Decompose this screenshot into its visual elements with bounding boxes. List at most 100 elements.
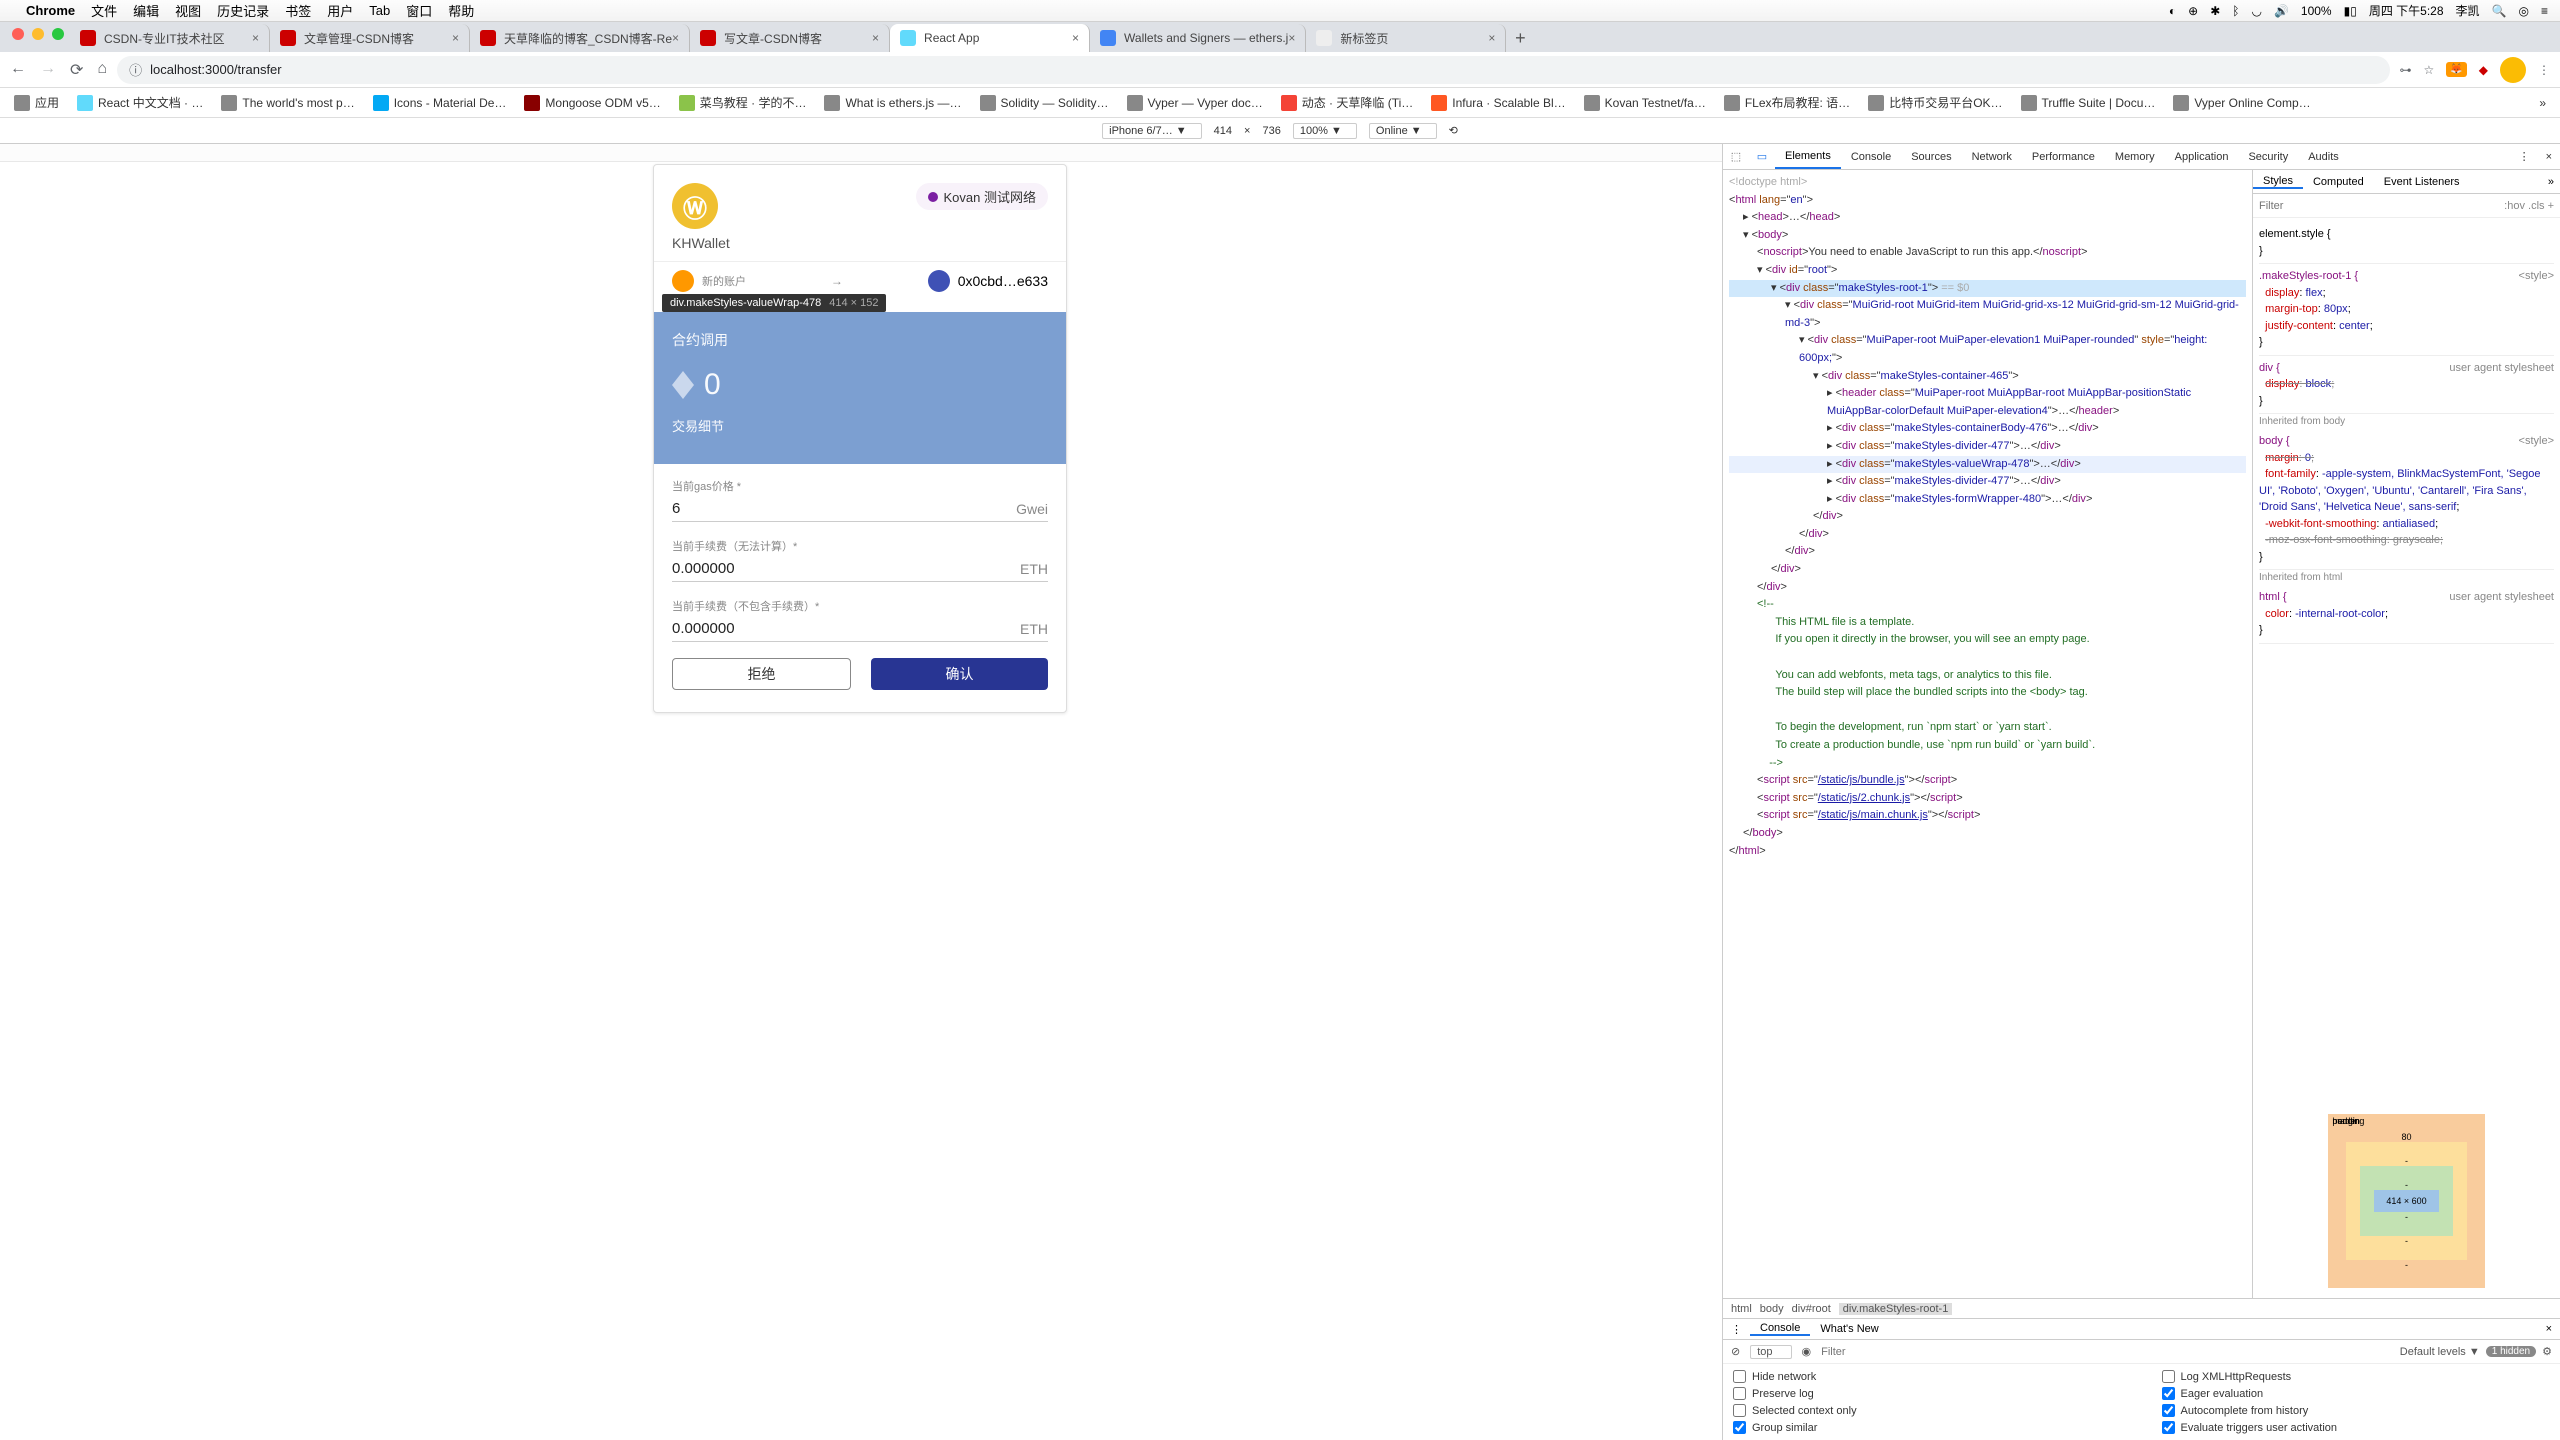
bookmark-item[interactable]: Mongoose ODM v5… [524,95,660,111]
bookmark-item[interactable]: Vyper Online Comp… [2173,95,2310,111]
tab-elements[interactable]: Elements [1775,144,1841,169]
wifi-icon[interactable]: ◡ [2251,4,2261,18]
more-icon[interactable]: ⋮ [2511,150,2538,163]
extension-icon[interactable]: 🦊 [2446,62,2466,77]
device-width[interactable]: 414 [1214,125,1232,137]
field-input[interactable]: 0.000000 [672,560,1020,577]
clear-console-icon[interactable]: ⊘ [1731,1345,1740,1358]
siri-icon[interactable]: ◎ [2519,4,2529,18]
user-name[interactable]: 李凯 [2456,2,2480,19]
star-icon[interactable]: ☆ [2424,63,2435,77]
close-icon[interactable]: × [672,31,679,45]
box-model[interactable]: margin80 border- padding- 414 × 600- - - [2253,1104,2560,1298]
browser-tab-active[interactable]: React App× [890,24,1090,52]
bluetooth-icon[interactable]: ᛒ [2232,4,2239,18]
close-icon[interactable]: × [2538,1323,2560,1335]
close-icon[interactable]: × [2538,151,2560,163]
bookmark-item[interactable]: Icons - Material De… [373,95,507,111]
bookmark-item[interactable]: 菜鸟教程 · 学的不… [679,94,807,111]
confirm-button[interactable]: 确认 [871,658,1048,690]
opt-hide-network[interactable]: Hide network [1733,1370,2122,1383]
opt-group-similar[interactable]: Group similar [1733,1421,2122,1434]
status-icon[interactable]: ◐ [2169,4,2176,18]
menu-file[interactable]: 文件 [91,1,117,20]
elements-tree[interactable]: <!doctype html> <html lang="en"> ▸ <head… [1723,170,2252,1298]
styles-filter-extras[interactable]: :hov .cls + [2504,200,2554,212]
close-icon[interactable]: × [872,31,879,45]
hidden-badge[interactable]: 1 hidden [2486,1346,2536,1357]
close-icon[interactable]: × [252,31,259,45]
minimize-window-icon[interactable] [32,28,44,40]
search-icon[interactable]: 🔍 [2492,4,2507,18]
key-icon[interactable]: ⊶ [2400,63,2412,77]
context-select[interactable]: top [1750,1345,1791,1359]
network-badge[interactable]: Kovan 测试网络 [916,183,1048,210]
datetime[interactable]: 周四 下午5:28 [2369,2,2444,19]
tab-network[interactable]: Network [1962,144,2022,169]
browser-tab[interactable]: CSDN-专业IT技术社区× [70,24,270,52]
profile-avatar[interactable] [2500,57,2526,83]
bookmark-item[interactable]: Solidity — Solidity… [980,95,1109,111]
menu-icon[interactable]: ≡ [2541,4,2548,18]
tab-sources[interactable]: Sources [1901,144,1961,169]
browser-tab[interactable]: 天草降临的博客_CSDN博客-Re× [470,24,690,52]
device-select[interactable]: iPhone 6/7… ▼ [1102,123,1202,139]
tab-console[interactable]: Console [1750,1322,1810,1336]
bookmark-item[interactable]: 动态 · 天草降临 (Ti… [1281,94,1414,111]
reject-button[interactable]: 拒绝 [672,658,851,690]
new-tab-button[interactable]: + [1506,24,1534,52]
opt-selected-context[interactable]: Selected context only [1733,1404,2122,1417]
styles-tab-computed[interactable]: Computed [2303,176,2374,188]
opt-autocomplete[interactable]: Autocomplete from history [2162,1404,2551,1417]
tab-security[interactable]: Security [2238,144,2298,169]
bookmark-item[interactable]: 应用 [14,94,59,111]
console-filter-input[interactable] [1821,1346,1941,1358]
bookmark-item[interactable]: Vyper — Vyper doc… [1127,95,1263,111]
device-toggle-icon[interactable]: ▭ [1749,150,1775,163]
close-icon[interactable]: × [1072,31,1079,45]
opt-eager-eval[interactable]: Eager evaluation [2162,1387,2551,1400]
address-input[interactable]: ⓘ localhost:3000/transfer [117,56,2389,84]
tab-whatsnew[interactable]: What's New [1810,1323,1888,1335]
opt-log-xhr[interactable]: Log XMLHttpRequests [2162,1370,2551,1383]
close-icon[interactable]: × [1488,31,1495,45]
home-icon[interactable]: ⌂ [97,60,107,80]
bookmark-item[interactable]: 比特币交易平台OK… [1868,94,2002,111]
bookmark-item[interactable]: The world's most p… [221,95,354,111]
browser-tab[interactable]: 文章管理-CSDN博客× [270,24,470,52]
bookmark-item[interactable]: React 中文文档 · … [77,94,203,111]
tab-console[interactable]: Console [1841,144,1901,169]
more-icon[interactable]: » [2542,176,2560,188]
menu-user[interactable]: 用户 [327,1,353,20]
menu-help[interactable]: 帮助 [448,1,474,20]
back-icon[interactable]: ← [10,60,26,80]
eye-icon[interactable]: ◉ [1802,1345,1812,1358]
more-icon[interactable]: ⋮ [1723,1323,1750,1336]
status-icon[interactable]: ✱ [2210,4,2220,18]
tab-performance[interactable]: Performance [2022,144,2105,169]
menu-tab[interactable]: Tab [369,3,390,18]
volume-icon[interactable]: 🔊 [2274,4,2289,18]
menu-edit[interactable]: 编辑 [133,1,159,20]
menu-bookmarks[interactable]: 书签 [285,1,311,20]
maximize-window-icon[interactable] [52,28,64,40]
bookmark-item[interactable]: Kovan Testnet/fa… [1584,95,1706,111]
close-icon[interactable]: × [452,31,459,45]
browser-tab[interactable]: 写文章-CSDN博客× [690,24,890,52]
forward-icon[interactable]: → [40,60,56,80]
bookmark-item[interactable]: Truffle Suite | Docu… [2021,95,2156,111]
reload-icon[interactable]: ⟳ [70,60,83,80]
styles-rules[interactable]: element.style {} <style>.makeStyles-root… [2253,218,2560,1104]
opt-preserve-log[interactable]: Preserve log [1733,1387,2122,1400]
close-window-icon[interactable] [12,28,24,40]
styles-tab-listeners[interactable]: Event Listeners [2374,176,2470,188]
info-icon[interactable]: ⓘ [129,60,142,79]
device-height[interactable]: 736 [1262,125,1280,137]
levels-select[interactable]: Default levels ▼ [2400,1346,2480,1358]
bookmarks-overflow-icon[interactable]: » [2539,96,2546,110]
menu-window[interactable]: 窗口 [406,1,432,20]
zoom-select[interactable]: 100% ▼ [1293,123,1357,139]
opt-eval-triggers[interactable]: Evaluate triggers user activation [2162,1421,2551,1434]
tab-application[interactable]: Application [2165,144,2239,169]
field-input[interactable]: 6 [672,500,1016,517]
